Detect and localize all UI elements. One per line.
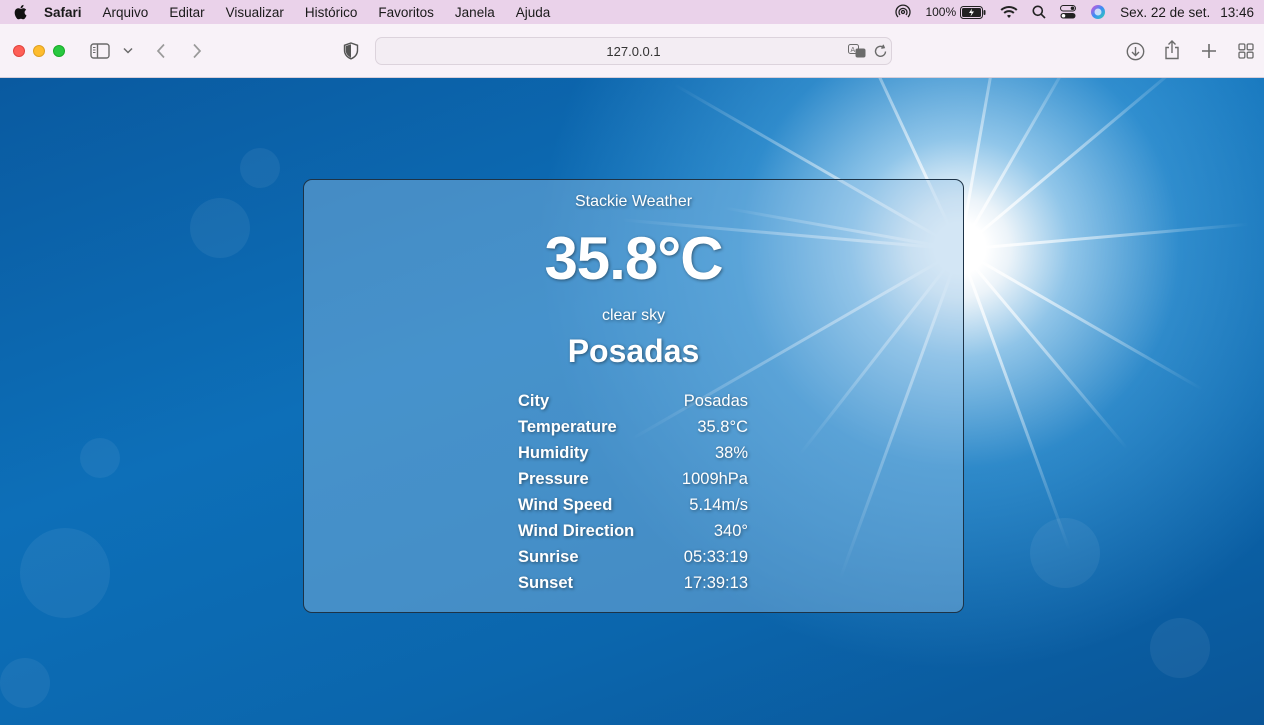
detail-value: 17:39:13 (683, 573, 748, 592)
menu-ajuda[interactable]: Ajuda (516, 5, 551, 20)
sun-ray (958, 248, 1071, 551)
detail-value: 38% (714, 443, 748, 462)
detail-value: Posadas (683, 391, 748, 410)
url-text[interactable]: 127.0.0.1 (606, 44, 660, 59)
apple-icon[interactable] (12, 4, 28, 20)
sun-ray (958, 248, 1129, 450)
menu-editar[interactable]: Editar (169, 5, 204, 20)
detail-label: Wind Speed (518, 495, 613, 514)
menu-bar: Safari Arquivo Editar Visualizar Históri… (0, 0, 1264, 24)
sun-ray (958, 78, 1007, 250)
close-window-button[interactable] (13, 45, 25, 57)
detail-label: Sunrise (518, 547, 579, 566)
reload-icon[interactable] (872, 43, 888, 59)
detail-value: 5.14m/s (689, 495, 748, 514)
airdrop-icon[interactable] (895, 4, 912, 20)
detail-label: Humidity (518, 443, 589, 462)
detail-label: Pressure (518, 469, 589, 488)
translate-icon[interactable]: A (848, 43, 866, 59)
detail-value: 05:33:19 (683, 547, 748, 566)
detail-row-temperature: Temperature 35.8°C (518, 414, 748, 440)
chevron-down-icon[interactable] (122, 44, 134, 56)
siri-icon[interactable] (1090, 4, 1106, 20)
bokeh-light (0, 658, 50, 708)
bokeh-light (1030, 518, 1100, 588)
share-icon[interactable] (1162, 39, 1182, 61)
bokeh-light (240, 148, 280, 188)
menu-arquivo[interactable]: Arquivo (103, 5, 149, 20)
detail-row-humidity: Humidity 38% (518, 440, 748, 466)
detail-label: Wind Direction (518, 521, 635, 540)
detail-value: 35.8°C (697, 417, 748, 436)
detail-row-pressure: Pressure 1009hPa (518, 466, 748, 492)
svg-text:A: A (851, 47, 856, 54)
sun-ray (959, 222, 1250, 251)
detail-value: 340° (713, 521, 748, 540)
downloads-icon[interactable] (1125, 41, 1145, 61)
detail-row-wind-direction: Wind Direction 340° (518, 518, 748, 544)
search-icon[interactable] (1032, 5, 1046, 19)
detail-row-sunrise: Sunrise 05:33:19 (518, 544, 748, 570)
menu-visualizar[interactable]: Visualizar (226, 5, 284, 20)
browser-toolbar: 127.0.0.1 A (0, 24, 1264, 78)
back-button[interactable] (153, 41, 169, 61)
weather-description: clear sky (601, 307, 666, 324)
menubar-clock[interactable]: 13:46 (1220, 5, 1254, 20)
menu-historico[interactable]: Histórico (305, 5, 358, 20)
menubar-date[interactable]: Sex. 22 de set. (1120, 5, 1210, 20)
detail-label: Temperature (518, 417, 617, 436)
wifi-icon[interactable] (1000, 5, 1018, 19)
control-center-icon[interactable] (1060, 5, 1077, 19)
detail-row-wind-speed: Wind Speed 5.14m/s (518, 492, 748, 518)
bokeh-light (190, 198, 250, 258)
weather-card: Stackie Weather 35.8°C clear sky Posadas… (303, 179, 964, 613)
bokeh-light (80, 438, 120, 478)
bokeh-light (20, 528, 110, 618)
menu-janela[interactable]: Janela (455, 5, 495, 20)
sun-ray (959, 78, 1191, 251)
tab-overview-icon[interactable] (1236, 41, 1256, 61)
fullscreen-window-button[interactable] (53, 45, 65, 57)
detail-row-sunset: Sunset 17:39:13 (518, 570, 748, 596)
battery-percentage: 100% (925, 5, 957, 19)
app-title: Stackie Weather (574, 193, 693, 210)
menu-app-safari[interactable]: Safari (44, 5, 82, 20)
minimize-window-button[interactable] (33, 45, 45, 57)
weather-details-table: City Posadas Temperature 35.8°C Humidity… (518, 388, 748, 596)
current-temperature: 35.8°C (544, 225, 723, 292)
sunny-sky-background: Stackie Weather 35.8°C clear sky Posadas… (0, 78, 1264, 725)
sidebar-toggle-icon[interactable] (90, 41, 110, 61)
menu-favoritos[interactable]: Favoritos (378, 5, 434, 20)
address-bar[interactable]: 127.0.0.1 A (375, 37, 892, 65)
detail-value: 1009hPa (681, 469, 748, 488)
new-tab-icon[interactable] (1199, 41, 1219, 61)
detail-row-city: City Posadas (518, 388, 748, 414)
privacy-shield-icon[interactable] (342, 41, 360, 61)
detail-label: Sunset (518, 573, 574, 592)
detail-label: City (518, 391, 550, 410)
forward-button[interactable] (189, 41, 205, 61)
bokeh-light (1150, 618, 1210, 678)
sun-ray (959, 248, 1204, 391)
battery-icon[interactable] (960, 5, 986, 19)
city-name: Posadas (567, 333, 700, 369)
